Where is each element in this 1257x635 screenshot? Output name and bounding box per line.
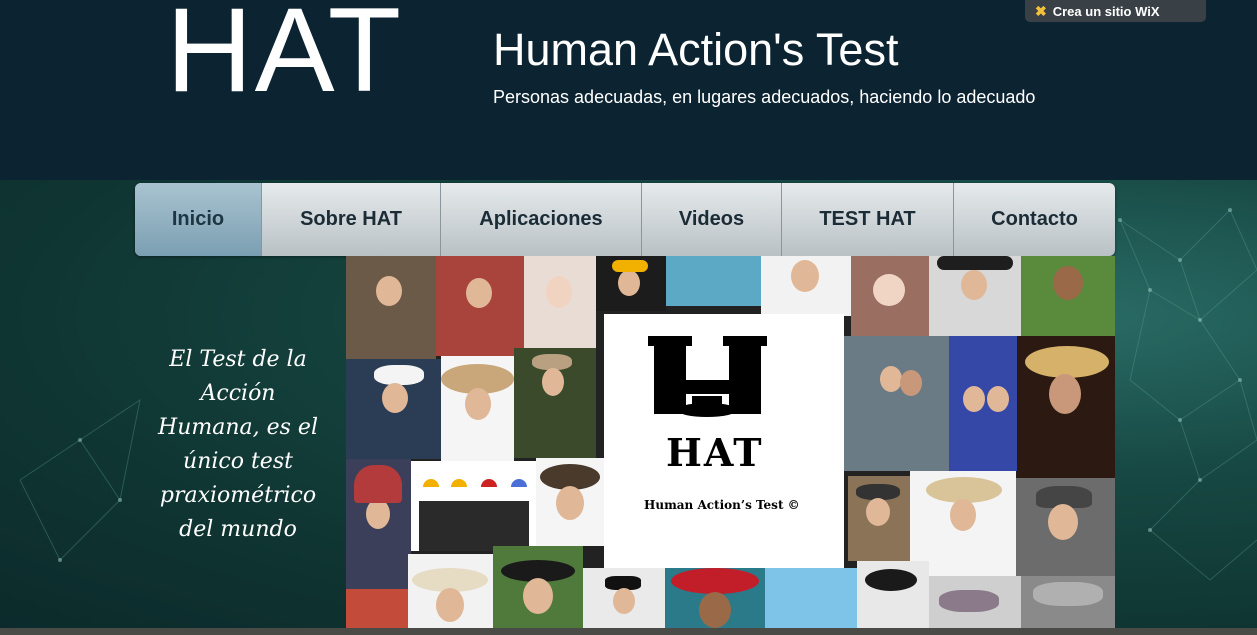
collage-photo: [949, 336, 1017, 471]
nav-item-videos[interactable]: Videos: [642, 183, 782, 256]
center-logo-caption: Human Action’s Test ©: [644, 498, 800, 512]
site-header: HAT Human Action's Test Personas adecuad…: [0, 0, 1257, 180]
collage-photo: [436, 256, 524, 356]
site-logo[interactable]: HAT: [166, 0, 403, 110]
collage-photo: [441, 356, 514, 461]
intro-quote: El Test de la Acción Humana, es el único…: [158, 347, 318, 542]
collage-photo: [346, 359, 441, 459]
collage-photo: [1016, 478, 1115, 576]
collage-photo: [408, 554, 493, 630]
collage-photo: [929, 576, 1021, 630]
wix-promo-label: Crea un sitio WiX: [1052, 3, 1160, 19]
center-logo-letters: HAT: [666, 430, 764, 475]
collage-photo: [761, 256, 851, 316]
collage-photo: [765, 568, 857, 630]
collage-photo: [524, 256, 596, 348]
collage-photo: [857, 561, 929, 630]
hat-center-logo: HAT Human Action’s Test ©: [604, 314, 844, 569]
wix-star-icon: ✖: [1035, 2, 1047, 19]
collage-photo: [848, 476, 910, 561]
collage-photo: [596, 256, 666, 311]
nav-item-aplicaciones[interactable]: Aplicaciones: [441, 183, 642, 256]
collage-photo: [514, 348, 596, 458]
nav-item-inicio[interactable]: Inicio: [135, 183, 262, 256]
collage-photo: [346, 459, 411, 589]
collage-photo: [666, 256, 761, 306]
hat-photo-collage[interactable]: HAT Human Action’s Test ©: [346, 256, 1115, 630]
collage-photo: [536, 458, 604, 546]
main-navigation: Inicio Sobre HAT Aplicaciones Videos TES…: [135, 183, 1115, 256]
nav-item-contacto[interactable]: Contacto: [954, 183, 1115, 256]
collage-photo: [1021, 576, 1115, 630]
nav-item-sobre-hat[interactable]: Sobre HAT: [262, 183, 441, 256]
collage-photo: [929, 256, 1021, 336]
site-title: Human Action's Test: [493, 24, 899, 75]
collage-photo: [665, 568, 765, 630]
collage-photo: [851, 256, 929, 336]
collage-photo: [583, 568, 665, 630]
collage-photo: [1021, 256, 1115, 336]
collage-photo: [493, 546, 583, 630]
collage-photo: [844, 336, 949, 471]
footer-bar: [0, 628, 1257, 635]
collage-photo: [411, 461, 536, 551]
collage-photo: [346, 256, 436, 359]
site-tagline: Personas adecuadas, en lugares adecuados…: [493, 87, 1036, 107]
collage-photo: [346, 589, 408, 630]
nav-item-test-hat[interactable]: TEST HAT: [782, 183, 954, 256]
wix-promo-badge[interactable]: ✖ Crea un sitio WiX: [1025, 0, 1206, 22]
collage-photo: [1017, 336, 1115, 478]
